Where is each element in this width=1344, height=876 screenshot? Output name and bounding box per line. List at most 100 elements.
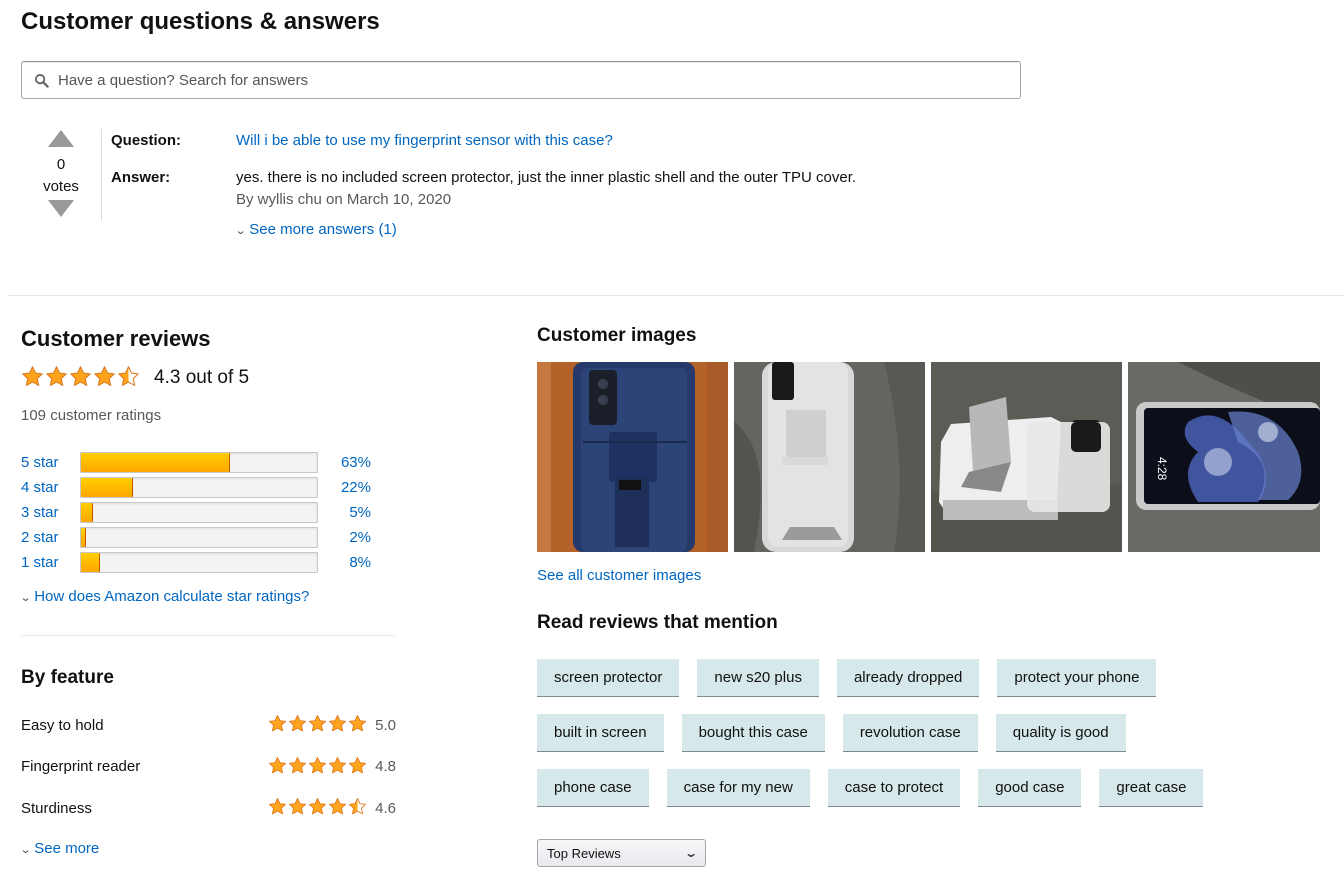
how-ratings-calculated-link[interactable]: ⌄ How does Amazon calculate star ratings?	[20, 588, 310, 605]
mention-chip[interactable]: already dropped	[836, 659, 980, 697]
qa-search-box[interactable]	[21, 61, 1021, 99]
feature-star-rating-icon	[268, 714, 367, 736]
answer-byline: By wyllis chu on March 10, 2020	[236, 191, 452, 208]
mention-chip-row: phone case case for my new case to protect…	[537, 769, 1337, 807]
histogram-bar-fill	[81, 527, 86, 547]
star-icon	[268, 714, 287, 736]
histogram-bar[interactable]	[80, 476, 318, 498]
histogram-bar-fill	[81, 502, 93, 522]
star-icon	[268, 756, 287, 778]
see-more-label: See more	[34, 840, 100, 857]
mention-chip[interactable]: great case	[1099, 769, 1204, 807]
star-icon	[21, 365, 44, 391]
vote-count: 0	[56, 156, 66, 173]
see-more-features-link[interactable]: ⌄ See more	[20, 840, 100, 857]
histogram-row-4-star[interactable]: 4 star 22%	[21, 476, 371, 498]
star-icon	[45, 365, 68, 391]
upvote-arrow-icon[interactable]	[48, 130, 74, 147]
customer-image-2[interactable]	[734, 362, 925, 552]
chevron-down-icon: ⌄	[234, 225, 247, 237]
see-all-customer-images-link[interactable]: See all customer images	[537, 567, 701, 584]
mention-chip[interactable]: phone case	[537, 769, 649, 807]
histogram-star-label[interactable]: 4 star	[21, 479, 80, 496]
sort-selected-value: Top Reviews	[547, 845, 621, 861]
feature-name: Sturdiness	[21, 799, 92, 817]
answer-label: Answer:	[111, 169, 171, 186]
customer-images-title: Customer images	[537, 325, 697, 346]
histogram-bar[interactable]	[80, 451, 318, 473]
qa-search-input[interactable]	[58, 71, 958, 89]
mention-chip[interactable]: bought this case	[681, 714, 825, 752]
histogram-bar[interactable]	[80, 551, 318, 573]
histogram-row-5-star[interactable]: 5 star 63%	[21, 451, 371, 473]
star-icon	[93, 365, 116, 391]
histogram-star-label[interactable]: 1 star	[21, 554, 80, 571]
mention-chip[interactable]: quality is good	[995, 714, 1126, 752]
histogram-bar[interactable]	[80, 501, 318, 523]
sort-reviews-dropdown[interactable]: Top Reviews ⌄	[537, 839, 706, 867]
review-mention-chips: screen protector new s20 plus already drop…	[537, 659, 1337, 824]
star-icon	[328, 714, 347, 736]
histogram-row-3-star[interactable]: 3 star 5%	[21, 501, 371, 523]
question-label: Question:	[111, 132, 181, 149]
histogram-percent[interactable]: 2%	[318, 529, 371, 546]
mention-chip[interactable]: case for my new	[666, 769, 810, 807]
search-icon	[34, 73, 49, 88]
histogram-percent[interactable]: 63%	[318, 454, 371, 471]
feature-rating-value: 4.6	[375, 799, 396, 817]
feature-rating-row: Easy to hold 5.0	[21, 714, 396, 736]
see-more-answers-label: See more answers (1)	[249, 221, 397, 238]
mention-chip[interactable]: good case	[978, 769, 1082, 807]
average-star-rating-icon	[21, 365, 140, 391]
by-feature-title: By feature	[21, 667, 114, 688]
chevron-down-icon: ⌄	[683, 846, 699, 860]
histogram-row-2-star[interactable]: 2 star 2%	[21, 526, 371, 548]
histogram-percent[interactable]: 22%	[318, 479, 371, 496]
average-rating[interactable]: 4.3 out of 5	[21, 365, 249, 391]
feature-star-rating-icon	[268, 797, 367, 819]
feature-name: Fingerprint reader	[21, 758, 141, 775]
mention-chip[interactable]: built in screen	[537, 714, 664, 752]
star-icon	[288, 714, 307, 736]
histogram-bar-fill	[81, 477, 133, 497]
histogram-bar[interactable]	[80, 526, 318, 548]
customer-image-1[interactable]	[537, 362, 728, 552]
mention-chip[interactable]: new s20 plus	[697, 659, 819, 697]
histogram-bar-fill	[81, 452, 230, 472]
feature-rating-value: 4.8	[375, 758, 396, 775]
star-icon	[348, 756, 367, 778]
mention-chip[interactable]: revolution case	[842, 714, 978, 752]
star-icon	[288, 797, 307, 819]
mention-chip[interactable]: case to protect	[827, 769, 961, 807]
section-divider	[8, 295, 1344, 296]
star-icon	[308, 797, 327, 819]
customer-image-3[interactable]	[931, 362, 1122, 552]
histogram-star-label[interactable]: 2 star	[21, 529, 80, 546]
star-icon	[288, 756, 307, 778]
customer-image-4[interactable]: 4:28	[1128, 362, 1320, 552]
question-link[interactable]: Will i be able to use my fingerprint sen…	[236, 132, 613, 149]
histogram-percent[interactable]: 8%	[318, 554, 371, 571]
customer-reviews-title: Customer reviews	[21, 326, 211, 351]
histogram-row-1-star[interactable]: 1 star 8%	[21, 551, 371, 573]
feature-rating-row: Sturdiness 4.6	[21, 797, 396, 819]
customer-images-strip: 4:28	[537, 362, 1320, 552]
star-icon	[328, 797, 347, 819]
star-icon	[308, 756, 327, 778]
histogram-star-label[interactable]: 3 star	[21, 504, 80, 521]
see-more-answers-link[interactable]: ⌄ See more answers (1)	[234, 221, 397, 238]
mention-chip[interactable]: screen protector	[537, 659, 680, 697]
svg-text:4:28: 4:28	[1155, 457, 1169, 481]
star-icon	[268, 797, 287, 819]
rating-text: 4.3 out of 5	[154, 367, 250, 388]
star-icon	[348, 797, 367, 819]
star-icon	[69, 365, 92, 391]
reviews-divider	[21, 635, 395, 636]
downvote-arrow-icon[interactable]	[48, 200, 74, 217]
star-icon	[308, 714, 327, 736]
answer-text: yes. there is no included screen protect…	[236, 169, 857, 186]
mention-chip[interactable]: protect your phone	[997, 659, 1157, 697]
feature-rating-value: 5.0	[375, 716, 396, 734]
histogram-star-label[interactable]: 5 star	[21, 454, 80, 471]
histogram-percent[interactable]: 5%	[318, 504, 371, 521]
